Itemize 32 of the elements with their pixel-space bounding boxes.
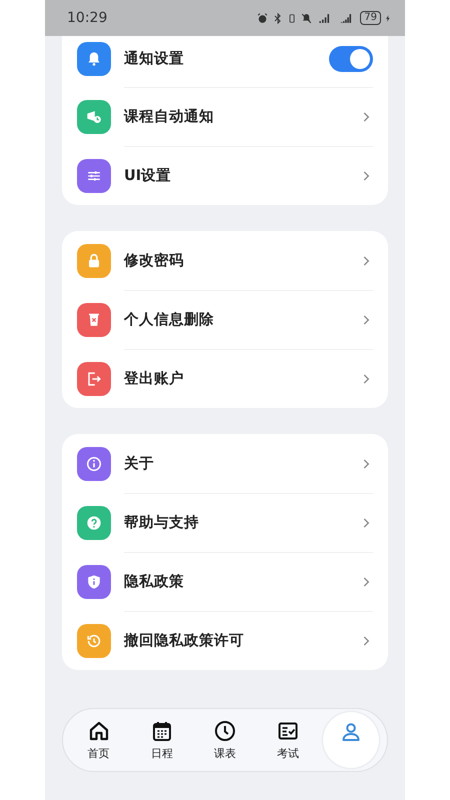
row-label: 隐私政策 bbox=[124, 572, 185, 591]
mute-icon bbox=[300, 12, 314, 24]
settings-row[interactable]: UI设置 bbox=[62, 146, 388, 205]
settings-row[interactable]: 帮助与支持 bbox=[62, 493, 388, 552]
nav-tab[interactable]: 课表 bbox=[196, 712, 253, 768]
row-label: 修改密码 bbox=[124, 252, 185, 270]
settings-row[interactable]: 修改密码 bbox=[62, 231, 388, 290]
settings-row[interactable]: 关于 bbox=[62, 434, 388, 493]
row-label: 课程自动通知 bbox=[124, 108, 215, 126]
row-label: 通知设置 bbox=[124, 50, 185, 68]
nav-tab[interactable] bbox=[323, 712, 380, 768]
nav-tab[interactable]: 考试 bbox=[260, 712, 316, 768]
alarm-icon bbox=[256, 12, 270, 24]
toggle-switch[interactable] bbox=[329, 46, 373, 72]
settings-row[interactable]: 登出账户 bbox=[62, 349, 388, 408]
settings-row[interactable]: 个人信息删除 bbox=[62, 290, 388, 349]
row-label: 登出账户 bbox=[124, 370, 185, 388]
clock-icon bbox=[212, 719, 237, 743]
nav-tab[interactable]: 首页 bbox=[70, 712, 127, 768]
row-label: 帮助与支持 bbox=[124, 514, 200, 532]
row-label: 个人信息删除 bbox=[124, 310, 215, 329]
battery-level: 79 bbox=[360, 11, 381, 25]
settings-row[interactable]: 撤回隐私政策许可 bbox=[62, 611, 388, 670]
settings-row[interactable]: 通知设置 bbox=[62, 36, 388, 87]
clock-time: 10:29 bbox=[67, 10, 108, 26]
phone-vibrate-icon bbox=[287, 12, 298, 24]
row-label: 撤回隐私政策许可 bbox=[124, 632, 245, 650]
settings-row[interactable]: 隐私政策 bbox=[62, 552, 388, 611]
settings-row[interactable]: 课程自动通知 bbox=[62, 87, 388, 146]
nav-tab[interactable]: 日程 bbox=[134, 712, 190, 768]
row-label: 关于 bbox=[124, 454, 155, 473]
row-label: UI设置 bbox=[124, 167, 172, 185]
